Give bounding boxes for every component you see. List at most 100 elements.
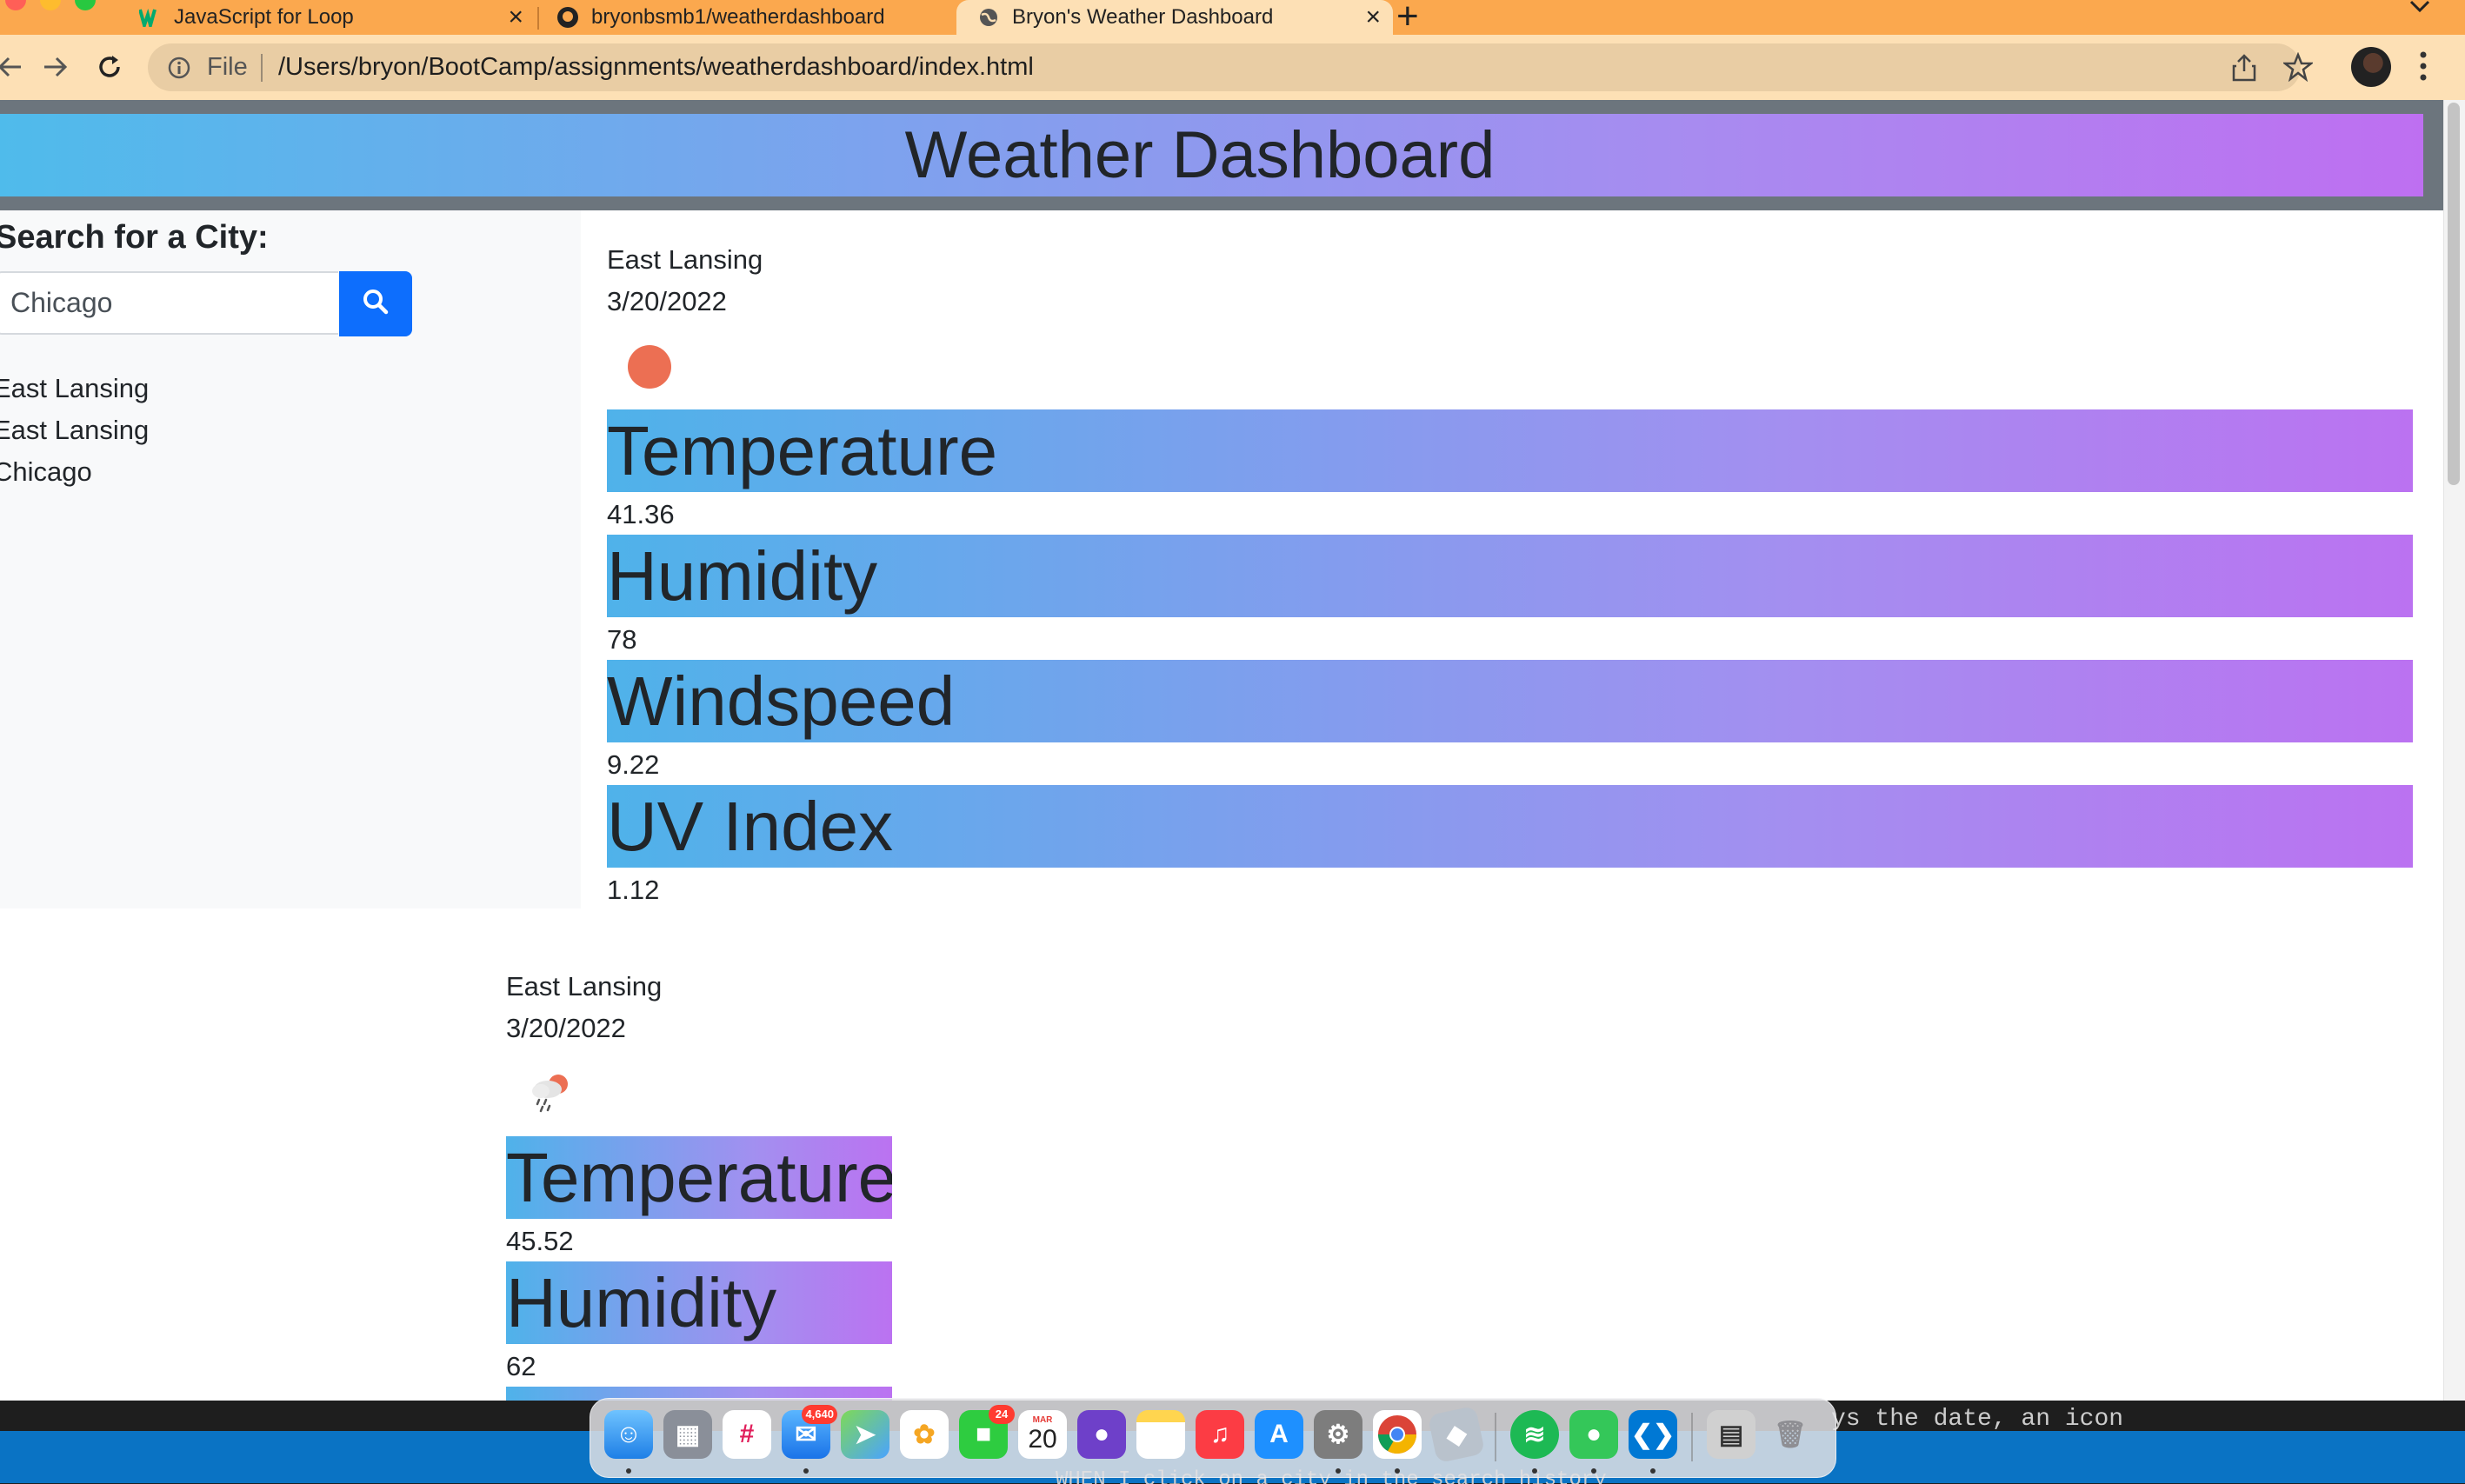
metric-header-uv-index: UV Index [607,785,2413,868]
github-icon [556,6,579,29]
vscode-icon[interactable]: ❮❯ [1629,1410,1677,1459]
close-window-button[interactable] [5,0,26,10]
github-desktop-icon[interactable]: ● [1077,1410,1126,1459]
metric-header-windspeed: Windspeed [607,660,2413,742]
mail-icon[interactable]: ✉ 4,640 [782,1405,837,1459]
url-text[interactable]: /Users/bryon/BootCamp/assignments/weathe… [278,53,1034,82]
metric-label: Windspeed [607,662,956,740]
photos-icon[interactable]: ✿ [900,1410,949,1459]
forecast-date: 3/20/2022 [506,1013,626,1043]
temperature-value: 41.36 [607,499,675,529]
running-indicator [1532,1468,1537,1474]
calendar-day: 20 [1028,1425,1057,1454]
search-sidebar: Search for a City: East Lansing East Lan… [0,210,581,908]
metric-header-humidity: Humidity [607,535,2413,617]
history-item[interactable]: Chicago [0,456,92,488]
running-indicator [1336,1468,1341,1474]
divider [261,54,263,82]
metric-header-temperature: Temperature [607,409,2413,492]
maps-icon[interactable]: ➤ [841,1410,889,1459]
spotify-icon[interactable]: ≋ [1510,1410,1559,1459]
scrollbar-thumb[interactable] [2448,103,2460,485]
mail-badge: 4,640 [802,1405,837,1424]
terminal-text: ys the date, an icon [1831,1406,2124,1433]
header-container: Weather Dashboard [0,100,2443,210]
forecast-temperature-value: 45.52 [506,1226,574,1256]
metric-label: Temperature [506,1139,892,1216]
dock-divider [1691,1413,1693,1461]
profile-avatar[interactable] [2351,47,2391,87]
page-title: Weather Dashboard [904,118,1496,192]
forecast-city: East Lansing [506,971,663,1002]
page-viewport: Weather Dashboard Search for a City: Eas… [0,100,2443,1401]
running-indicator [803,1468,809,1474]
launchpad-icon[interactable]: ▦ [663,1410,712,1459]
running-indicator [1395,1468,1400,1474]
globe-icon [977,6,1000,29]
running-indicator [1650,1468,1656,1474]
tab-github-weatherdashboard[interactable]: bryonbsmb1/weatherdashboard [556,0,948,35]
messages-icon[interactable]: ● [1569,1410,1618,1459]
forecast-metric-header-temperature: Temperature [506,1136,892,1219]
finder-icon[interactable]: ☺ [604,1410,653,1459]
uv-index-value: 1.12 [607,875,660,905]
facetime-icon[interactable]: ■ 24 [959,1405,1015,1459]
slack-icon[interactable]: # [723,1410,771,1459]
macos-dock: ☺ ▦ # ✉ 4,640 ➤ ✿ ■ 24 MAR 20 ● ♫ A ⚙ ◆ ≋ … [590,1398,1836,1478]
trash-icon[interactable]: 🗑 [1766,1410,1815,1459]
tab-strip: JavaScript for Loop × bryonbsmb1/weather… [0,0,2465,35]
w3schools-icon [139,6,162,29]
system-preferences-icon[interactable]: ⚙ [1314,1410,1362,1459]
dock-divider [1495,1413,1496,1461]
header-banner: Weather Dashboard [0,114,2423,196]
app-store-icon[interactable]: A [1255,1410,1303,1459]
close-tab-icon[interactable]: × [508,0,523,35]
forecast-metric-header-humidity: Humidity [506,1261,892,1344]
url-scheme-label: File [207,53,248,81]
history-item[interactable]: East Lansing [0,373,149,404]
tab-separator [537,7,539,30]
close-tab-icon[interactable]: × [1365,0,1381,35]
history-item[interactable]: East Lansing [0,415,149,446]
metric-label: Humidity [607,537,878,615]
downloads-stack-icon[interactable]: ▤ [1707,1410,1755,1459]
rain-cloud-icon [522,1065,577,1125]
current-city: East Lansing [607,244,763,275]
search-button[interactable] [339,271,412,336]
back-button[interactable] [0,45,23,89]
tab-title: JavaScript for Loop [174,5,354,29]
new-tab-button[interactable]: + [1396,0,1419,35]
bookmark-star-icon[interactable] [2282,51,2315,86]
tab-title: bryonbsmb1/weatherdashboard [591,5,885,29]
minimize-window-button[interactable] [40,0,61,10]
share-icon[interactable] [2231,54,2257,86]
chrome-icon[interactable] [1373,1410,1422,1459]
tab-javascript-for-loop[interactable]: JavaScript for Loop × [139,0,530,35]
chevron-down-icon[interactable] [2408,0,2431,19]
metric-label: UV Index [607,788,894,865]
calendar-icon[interactable]: MAR 20 [1018,1410,1067,1459]
more-menu-icon[interactable] [2419,50,2428,86]
windspeed-value: 9.22 [607,749,660,780]
roblox-icon[interactable]: ◆ [1427,1405,1486,1464]
city-search-input[interactable] [0,271,338,335]
humidity-value: 78 [607,624,637,655]
running-indicator [626,1468,631,1474]
weather-condition-icon [628,345,671,389]
metric-label: Temperature [607,412,998,489]
metric-label: Humidity [506,1264,777,1341]
notes-icon[interactable] [1136,1410,1185,1459]
forecast-humidity-value: 62 [506,1351,536,1381]
zoom-window-button[interactable] [75,0,96,10]
reload-button[interactable] [92,45,127,89]
running-indicator [1591,1468,1596,1474]
tab-weather-dashboard[interactable]: Bryon's Weather Dashboard × [956,0,1393,35]
music-icon[interactable]: ♫ [1196,1410,1244,1459]
facetime-badge: 24 [989,1405,1015,1424]
info-icon[interactable] [167,56,191,84]
address-bar[interactable]: File /Users/bryon/BootCamp/assignments/w… [148,43,2315,91]
tab-title: Bryon's Weather Dashboard [1012,5,1274,29]
browser-toolbar: File /Users/bryon/BootCamp/assignments/w… [0,35,2465,100]
forward-button[interactable] [38,45,73,89]
search-label: Search for a City: [0,219,269,256]
